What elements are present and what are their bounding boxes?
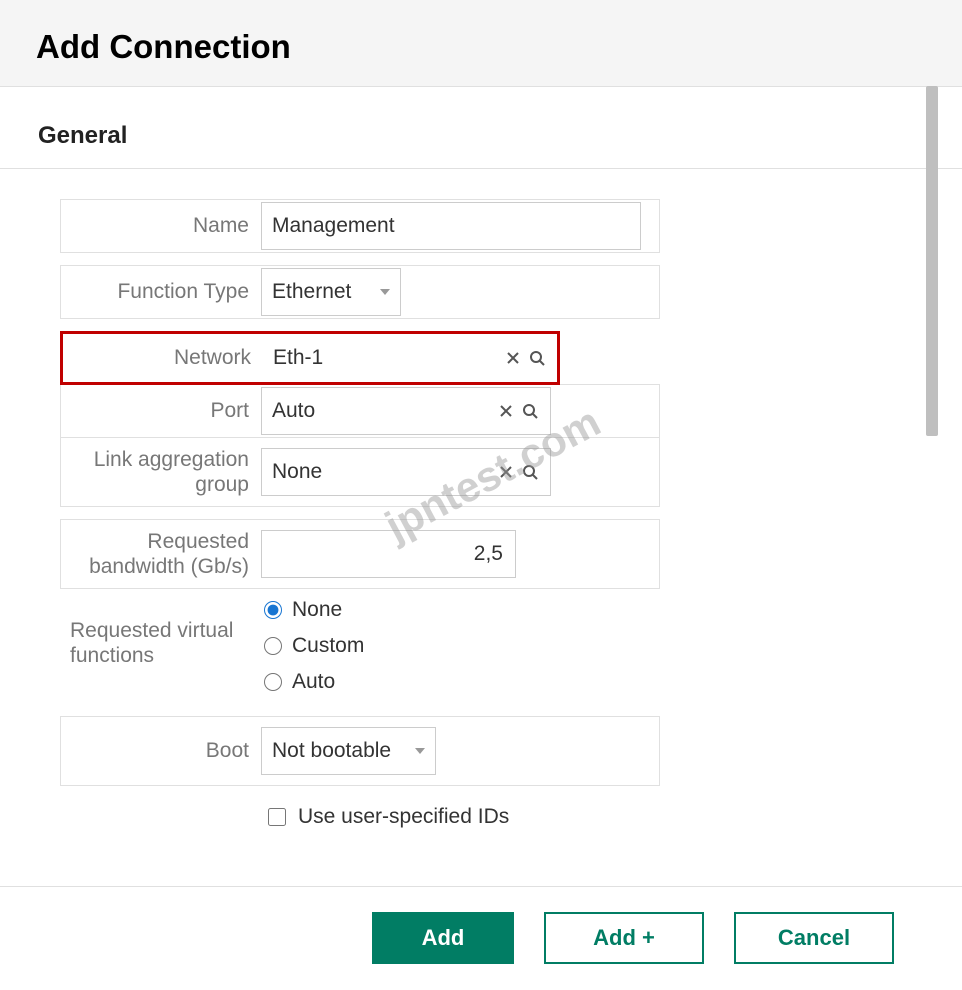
vf-radio-custom[interactable]: Custom bbox=[264, 634, 364, 658]
control-lag: None bbox=[261, 438, 659, 506]
control-network: Eth-1 bbox=[263, 334, 557, 382]
vf-radio-custom-label: Custom bbox=[292, 634, 364, 658]
dialog-title: Add Connection bbox=[36, 28, 926, 66]
function-type-select[interactable]: Ethernet bbox=[261, 268, 401, 316]
section-title: General bbox=[0, 92, 962, 169]
label-lag-line2: group bbox=[195, 472, 249, 497]
cancel-button[interactable]: Cancel bbox=[734, 912, 894, 964]
label-bandwidth-line2: bandwidth (Gb/s) bbox=[89, 554, 249, 579]
row-vf: Requested virtual functions None Custom bbox=[60, 588, 660, 704]
use-ids-checkbox-row[interactable]: Use user-specified IDs bbox=[268, 805, 962, 829]
name-input[interactable] bbox=[261, 202, 641, 250]
label-name: Name bbox=[61, 200, 261, 252]
form-area: Name Function Type Ethernet Network Eth-… bbox=[0, 169, 962, 829]
label-vf-line1: Requested virtual bbox=[70, 618, 233, 643]
row-network: Network Eth-1 bbox=[60, 331, 560, 385]
vf-radio-auto-label: Auto bbox=[292, 670, 335, 694]
row-port: Port Auto bbox=[60, 384, 660, 438]
network-value: Eth-1 bbox=[273, 346, 501, 370]
use-ids-label: Use user-specified IDs bbox=[298, 805, 509, 829]
vf-radio-custom-input[interactable] bbox=[264, 637, 282, 655]
content-area: General Name Function Type Ethernet Netw… bbox=[0, 87, 962, 829]
chevron-down-icon bbox=[380, 289, 390, 295]
clear-icon[interactable] bbox=[494, 460, 518, 484]
footer: Add Add + Cancel bbox=[372, 912, 894, 964]
label-boot: Boot bbox=[61, 717, 261, 785]
label-vf: Requested virtual functions bbox=[60, 588, 260, 668]
scrollbar[interactable] bbox=[926, 86, 938, 436]
lag-value: None bbox=[272, 460, 494, 484]
row-boot: Boot Not bootable bbox=[60, 716, 660, 786]
boot-select[interactable]: Not bootable bbox=[261, 727, 436, 775]
spacer bbox=[60, 252, 660, 266]
search-icon[interactable] bbox=[518, 399, 542, 423]
spacer bbox=[60, 506, 660, 520]
spacer bbox=[60, 703, 660, 717]
add-plus-button[interactable]: Add + bbox=[544, 912, 704, 964]
row-lag: Link aggregation group None bbox=[60, 437, 660, 507]
add-button[interactable]: Add bbox=[372, 912, 514, 964]
clear-icon[interactable] bbox=[494, 399, 518, 423]
clear-icon[interactable] bbox=[501, 346, 525, 370]
search-icon[interactable] bbox=[518, 460, 542, 484]
control-function-type: Ethernet bbox=[261, 266, 659, 318]
label-vf-line2: functions bbox=[70, 643, 154, 668]
lag-lookup[interactable]: None bbox=[261, 448, 551, 496]
label-lag-line1: Link aggregation bbox=[94, 447, 249, 472]
control-name bbox=[261, 200, 659, 252]
footer-divider bbox=[0, 886, 962, 887]
dialog-header: Add Connection bbox=[0, 0, 962, 87]
network-lookup[interactable]: Eth-1 bbox=[263, 336, 557, 380]
search-icon[interactable] bbox=[525, 346, 549, 370]
label-lag: Link aggregation group bbox=[61, 438, 261, 506]
row-function-type: Function Type Ethernet bbox=[60, 265, 660, 319]
spacer bbox=[60, 318, 660, 332]
port-value: Auto bbox=[272, 399, 494, 423]
vf-radio-none-input[interactable] bbox=[264, 601, 282, 619]
control-bandwidth bbox=[261, 520, 659, 588]
row-name: Name bbox=[60, 199, 660, 253]
chevron-down-icon bbox=[415, 748, 425, 754]
label-bandwidth-line1: Requested bbox=[147, 529, 249, 554]
vf-radio-none-label: None bbox=[292, 598, 342, 622]
vf-radio-auto-input[interactable] bbox=[264, 673, 282, 691]
vf-radio-group: None Custom Auto bbox=[260, 588, 364, 704]
use-ids-checkbox[interactable] bbox=[268, 808, 286, 826]
vf-radio-auto[interactable]: Auto bbox=[264, 670, 364, 694]
label-function-type: Function Type bbox=[61, 266, 261, 318]
bandwidth-input[interactable] bbox=[261, 530, 516, 578]
label-port: Port bbox=[61, 385, 261, 437]
control-port: Auto bbox=[261, 385, 659, 437]
control-vf: None Custom Auto bbox=[260, 588, 660, 704]
boot-value: Not bootable bbox=[272, 739, 391, 763]
label-network: Network bbox=[63, 334, 263, 382]
label-bandwidth: Requested bandwidth (Gb/s) bbox=[61, 520, 261, 588]
control-boot: Not bootable bbox=[261, 717, 659, 785]
port-lookup[interactable]: Auto bbox=[261, 387, 551, 435]
row-bandwidth: Requested bandwidth (Gb/s) bbox=[60, 519, 660, 589]
function-type-value: Ethernet bbox=[272, 280, 351, 304]
vf-radio-none[interactable]: None bbox=[264, 598, 364, 622]
